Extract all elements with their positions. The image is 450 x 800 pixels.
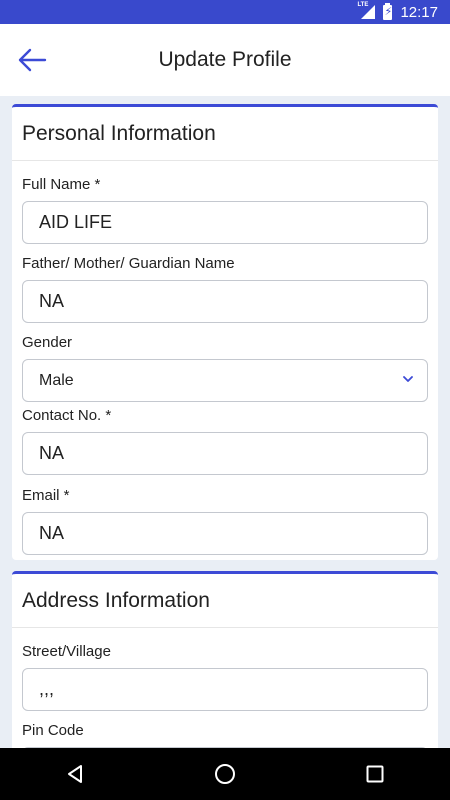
chevron-down-icon bbox=[403, 376, 413, 382]
battery-charging-icon: ⚡ bbox=[383, 2, 393, 20]
gender-label: Gender bbox=[22, 334, 73, 351]
pin-code-field: Pin Code bbox=[22, 721, 428, 748]
square-recents-icon bbox=[366, 765, 384, 783]
email-input[interactable]: NA bbox=[22, 512, 428, 555]
contact-field: Contact No. * NA bbox=[22, 406, 428, 475]
gender-selected-value: Male bbox=[39, 371, 74, 389]
street-input[interactable]: ,,, bbox=[22, 668, 428, 711]
app-bar: Update Profile bbox=[0, 24, 450, 96]
contact-input[interactable]: NA bbox=[22, 432, 428, 475]
triangle-back-icon bbox=[68, 765, 82, 783]
email-field: Email * NA bbox=[22, 486, 428, 555]
form-scroll-area[interactable]: Personal Information Full Name * AID LIF… bbox=[0, 96, 450, 748]
page-title: Update Profile bbox=[158, 48, 292, 71]
pin-code-label: Pin Code bbox=[22, 722, 84, 739]
system-navigation-bar bbox=[0, 748, 450, 800]
email-label: Email * bbox=[22, 487, 70, 504]
guardian-name-field: Father/ Mother/ Guardian Name NA bbox=[22, 254, 428, 323]
circle-home-icon bbox=[215, 764, 235, 784]
lte-signal-icon: LTE bbox=[357, 2, 376, 19]
guardian-name-label: Father/ Mother/ Guardian Name bbox=[22, 255, 235, 272]
guardian-name-input[interactable]: NA bbox=[22, 280, 428, 323]
full-name-label: Full Name * bbox=[22, 176, 101, 193]
gender-field: Gender Male bbox=[22, 333, 428, 402]
full-name-field: Full Name * AID LIFE bbox=[22, 175, 428, 244]
personal-information-card: Personal Information Full Name * AID LIF… bbox=[12, 104, 438, 560]
status-time: 12:17 bbox=[400, 3, 438, 21]
address-information-card: Address Information Street/Village ,,, P… bbox=[12, 571, 438, 748]
gender-select[interactable]: Male bbox=[22, 359, 428, 402]
personal-information-heading: Personal Information bbox=[12, 107, 438, 161]
address-information-heading: Address Information bbox=[12, 574, 438, 628]
nav-home-button[interactable] bbox=[195, 748, 255, 800]
street-field: Street/Village ,,, bbox=[22, 642, 428, 711]
nav-back-button[interactable] bbox=[45, 748, 105, 800]
street-label: Street/Village bbox=[22, 643, 111, 660]
nav-recents-button[interactable] bbox=[345, 748, 405, 800]
status-bar: LTE ⚡ 12:17 bbox=[0, 0, 450, 24]
full-name-input[interactable]: AID LIFE bbox=[22, 201, 428, 244]
contact-label: Contact No. * bbox=[22, 407, 112, 424]
network-type-label: LTE bbox=[357, 2, 369, 8]
